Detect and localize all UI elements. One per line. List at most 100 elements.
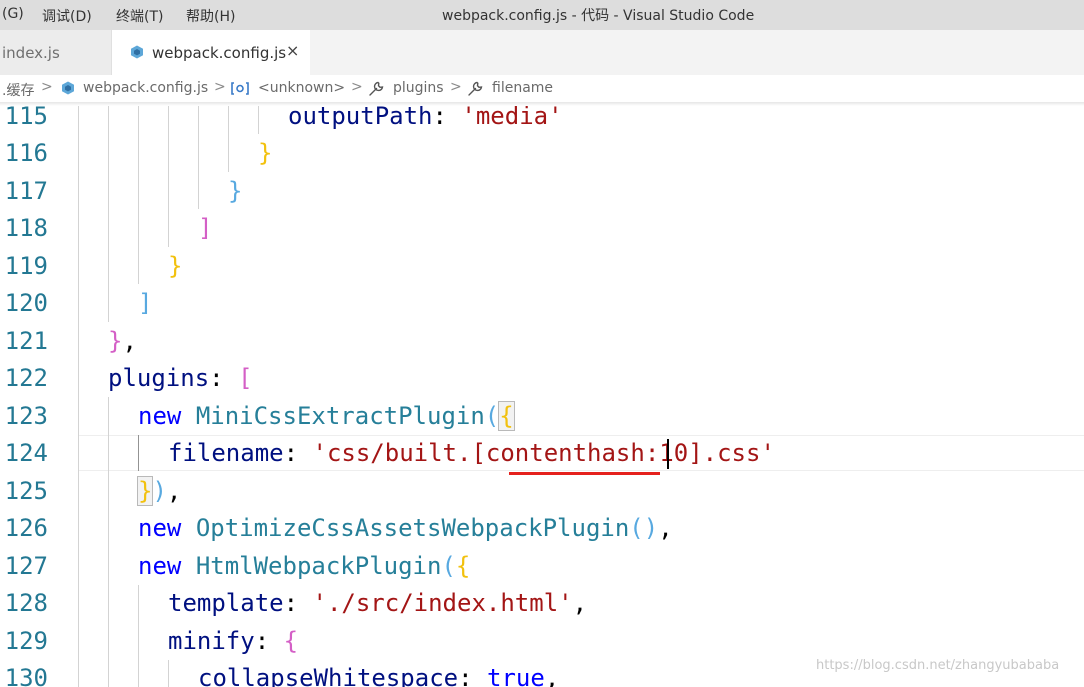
menu-item-debug[interactable]: 调试(D): [42, 6, 92, 26]
line-number: 121: [4, 327, 48, 355]
indent-guide: [138, 585, 139, 687]
code-token-colon: :: [458, 664, 487, 687]
line-number: 124: [4, 439, 48, 467]
code-token-keyword: new: [138, 552, 182, 580]
code-token-key: minify: [168, 627, 255, 655]
code-token-string-contenthash: contenthash: [485, 439, 645, 467]
code-token-comma: ,: [166, 477, 182, 505]
code-token-string: :10].css': [644, 439, 775, 467]
code-token-string: './src/index.html': [312, 589, 573, 617]
code-line-122: plugins: [: [108, 360, 253, 398]
object-icon: [231, 82, 249, 95]
tab-label: webpack.config.js: [152, 44, 287, 62]
code-line-119: }: [168, 248, 182, 286]
indent-guide-active: [138, 435, 139, 471]
tab-label: index.js: [2, 44, 60, 62]
code-token-key: plugins: [108, 364, 210, 392]
close-icon[interactable]: ×: [286, 41, 299, 60]
wrench-icon: [369, 81, 384, 96]
line-number: 129: [4, 627, 48, 655]
code-editor[interactable]: 115 116 117 118 119 120 121 122 123 124 …: [0, 106, 1084, 687]
line-number: 123: [4, 402, 48, 430]
menu-item-go[interactable]: (G): [2, 6, 24, 22]
breadcrumb-item-file[interactable]: webpack.config.js: [83, 80, 208, 96]
code-token-bracket-matched: {: [498, 401, 515, 431]
code-line-123: new MiniCssExtractPlugin({: [138, 398, 515, 436]
line-number: 127: [4, 552, 48, 580]
code-token-bracket-matched: }: [136, 476, 154, 506]
line-number: 120: [4, 289, 48, 317]
code-token-comma: ,: [544, 664, 560, 687]
code-token-bracket: [: [238, 364, 253, 392]
code-line-125: }),: [136, 473, 182, 511]
code-token-bracket: {: [455, 552, 471, 580]
code-token-string: 'media': [461, 106, 563, 130]
tab-bar: index.js webpack.config.js ×: [0, 30, 1084, 75]
code-token-class: MiniCssExtractPlugin: [195, 402, 485, 430]
code-line-129: minify: {: [168, 623, 298, 661]
code-token-colon: :: [432, 106, 462, 130]
indent-guide: [198, 106, 199, 209]
code-line-126: new OptimizeCssAssetsWebpackPlugin(),: [138, 510, 673, 548]
wrench-icon: [468, 81, 483, 96]
code-token-class: OptimizeCssAssetsWebpackPlugin: [195, 514, 630, 542]
line-number: 116: [4, 139, 48, 167]
breadcrumb-item-plugins[interactable]: plugins: [393, 80, 444, 96]
breadcrumb-item-unknown[interactable]: <unknown>: [258, 80, 345, 96]
chevron-right-icon: >: [214, 79, 226, 95]
tab-webpack-config[interactable]: webpack.config.js ×: [112, 30, 310, 75]
code-line-116: }: [258, 135, 272, 173]
code-token-paren: (: [484, 402, 500, 430]
line-number: 130: [4, 664, 48, 687]
indent-guide: [78, 106, 79, 687]
line-number: 126: [4, 514, 48, 542]
file-icon: [131, 45, 143, 59]
chevron-right-icon: >: [41, 79, 53, 95]
code-token-key: outputPath: [288, 106, 433, 130]
code-token-bracket: }: [168, 252, 183, 280]
watermark: https://blog.csdn.net/zhangyubababa: [816, 658, 1060, 673]
indent-guide: [108, 397, 109, 687]
code-token-key: collapseWhitespace: [198, 664, 459, 687]
code-token-keyword: new: [138, 514, 182, 542]
title-bar: (G) 调试(D) 终端(T) 帮助(H) webpack.config.js …: [0, 0, 1084, 30]
line-number: 117: [4, 177, 48, 205]
menu-item-terminal[interactable]: 终端(T): [116, 6, 163, 26]
code-line-121: },: [108, 323, 137, 361]
code-token-comma: ,: [122, 327, 137, 355]
indent-guide: [168, 106, 169, 247]
chevron-right-icon: >: [450, 79, 462, 95]
code-line-118: ]: [198, 210, 212, 248]
window-title: webpack.config.js - 代码 - Visual Studio C…: [442, 8, 755, 24]
menu-item-help[interactable]: 帮助(H): [186, 6, 235, 26]
indent-guide: [258, 106, 259, 134]
code-token-paren: (: [441, 552, 456, 580]
line-number: 128: [4, 589, 48, 617]
tab-index-js[interactable]: index.js: [0, 30, 112, 75]
file-icon: [62, 81, 74, 95]
code-token-string: 'css/built.[: [312, 439, 486, 467]
code-line-117: }: [228, 173, 242, 211]
code-token-bracket: ]: [198, 214, 213, 242]
code-line-127: new HtmlWebpackPlugin({: [138, 548, 470, 586]
breadcrumb-item-cache[interactable]: .缓存: [2, 80, 34, 100]
code-token-bracket: ]: [138, 289, 153, 317]
code-token-bracket: {: [283, 627, 299, 655]
line-number: 122: [4, 364, 48, 392]
line-number: 119: [4, 252, 48, 280]
code-line-120: ]: [138, 285, 152, 323]
code-token-key: template: [168, 589, 284, 617]
code-token-bracket: }: [108, 327, 123, 355]
breadcrumb-item-filename[interactable]: filename: [492, 80, 553, 96]
code-token-colon: :: [254, 627, 284, 655]
indent-guide: [228, 106, 229, 172]
line-number: 115: [4, 106, 48, 130]
code-token-keyword: true: [487, 664, 545, 687]
code-token-colon: :: [209, 364, 239, 392]
text-cursor: [667, 439, 669, 469]
code-line-128: template: './src/index.html',: [168, 585, 587, 623]
indent-guide: [108, 106, 109, 322]
code-line-124: filename: 'css/built.[contenthash:10].cs…: [168, 435, 775, 473]
code-token-key: filename: [168, 439, 284, 467]
code-token-bracket: }: [258, 139, 273, 167]
